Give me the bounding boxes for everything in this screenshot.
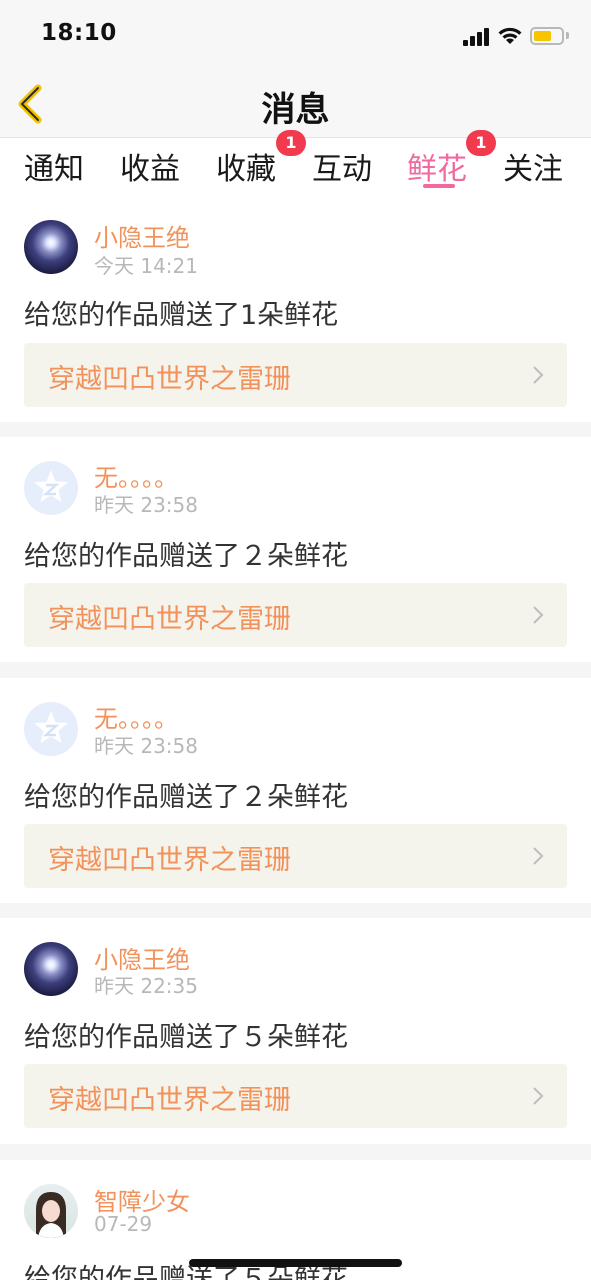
message-time: 昨天 23:58: [94, 493, 198, 517]
work-title: 穿越凹凸世界之雷珊: [48, 364, 291, 395]
user-name[interactable]: 小隐王绝: [94, 218, 190, 253]
user-name[interactable]: 无。。。。: [94, 458, 178, 493]
message-text: 给您的作品赠送了２朵鲜花: [24, 782, 348, 813]
status-bar: 18:10: [0, 0, 591, 70]
work-link[interactable]: 穿越凹凸世界之雷珊: [24, 343, 567, 407]
user-name[interactable]: 无。。。。: [94, 699, 178, 734]
message-card: 小隐王绝 昨天 22:35 给您的作品赠送了５朵鲜花 穿越凹凸世界之雷珊: [0, 918, 591, 1144]
battery-tip: [566, 32, 569, 39]
message-card: 无。。。。 昨天 23:58 给您的作品赠送了２朵鲜花 穿越凹凸世界之雷珊: [0, 678, 591, 903]
nav-header: 消息: [0, 70, 591, 138]
status-time: 18:10: [41, 20, 117, 46]
chevron-right-icon: [533, 366, 544, 384]
avatar[interactable]: [24, 702, 78, 756]
wifi-icon: [498, 27, 522, 44]
message-card: 无。。。。 昨天 23:58 给您的作品赠送了２朵鲜花 穿越凹凸世界之雷珊: [0, 437, 591, 662]
tab-favorites[interactable]: 收藏: [216, 144, 276, 192]
chevron-right-icon: [533, 1087, 544, 1105]
tab-interactions[interactable]: 互动: [312, 144, 372, 192]
user-photo-icon: [36, 1192, 66, 1238]
tab-following[interactable]: 关注: [503, 144, 563, 192]
avatar[interactable]: [24, 461, 78, 515]
default-avatar-icon: [34, 711, 68, 743]
battery-icon: [530, 27, 564, 45]
work-title: 穿越凹凸世界之雷珊: [48, 604, 291, 635]
message-time: 今天 14:21: [94, 254, 198, 278]
message-time: 昨天 23:58: [94, 734, 198, 758]
message-time: 07-29: [94, 1212, 153, 1236]
active-tab-indicator: [423, 184, 455, 188]
page-title: 消息: [261, 90, 330, 130]
tab-notifications[interactable]: 通知: [24, 144, 84, 192]
work-title: 穿越凹凸世界之雷珊: [48, 845, 291, 876]
favorites-badge: 1: [276, 130, 306, 156]
message-time: 昨天 22:35: [94, 974, 198, 998]
avatar[interactable]: [24, 942, 78, 996]
work-link[interactable]: 穿越凹凸世界之雷珊: [24, 824, 567, 888]
work-title: 穿越凹凸世界之雷珊: [48, 1085, 291, 1116]
message-text: 给您的作品赠送了５朵鲜花: [24, 1022, 348, 1053]
home-indicator[interactable]: [189, 1259, 402, 1267]
cellular-signal-icon: [463, 28, 491, 46]
work-link[interactable]: 穿越凹凸世界之雷珊: [24, 1064, 567, 1128]
chevron-right-icon: [533, 847, 544, 865]
avatar[interactable]: [24, 1184, 78, 1238]
avatar[interactable]: [24, 220, 78, 274]
work-link[interactable]: 穿越凹凸世界之雷珊: [24, 583, 567, 647]
flowers-badge: 1: [466, 130, 496, 156]
chevron-right-icon: [533, 606, 544, 624]
message-card: 小隐王绝 今天 14:21 给您的作品赠送了1朵鲜花 穿越凹凸世界之雷珊: [0, 196, 591, 422]
tab-earnings[interactable]: 收益: [120, 144, 180, 192]
message-text: 给您的作品赠送了1朵鲜花: [24, 300, 339, 331]
default-avatar-icon: [34, 470, 68, 502]
message-text: 给您的作品赠送了２朵鲜花: [24, 541, 348, 572]
